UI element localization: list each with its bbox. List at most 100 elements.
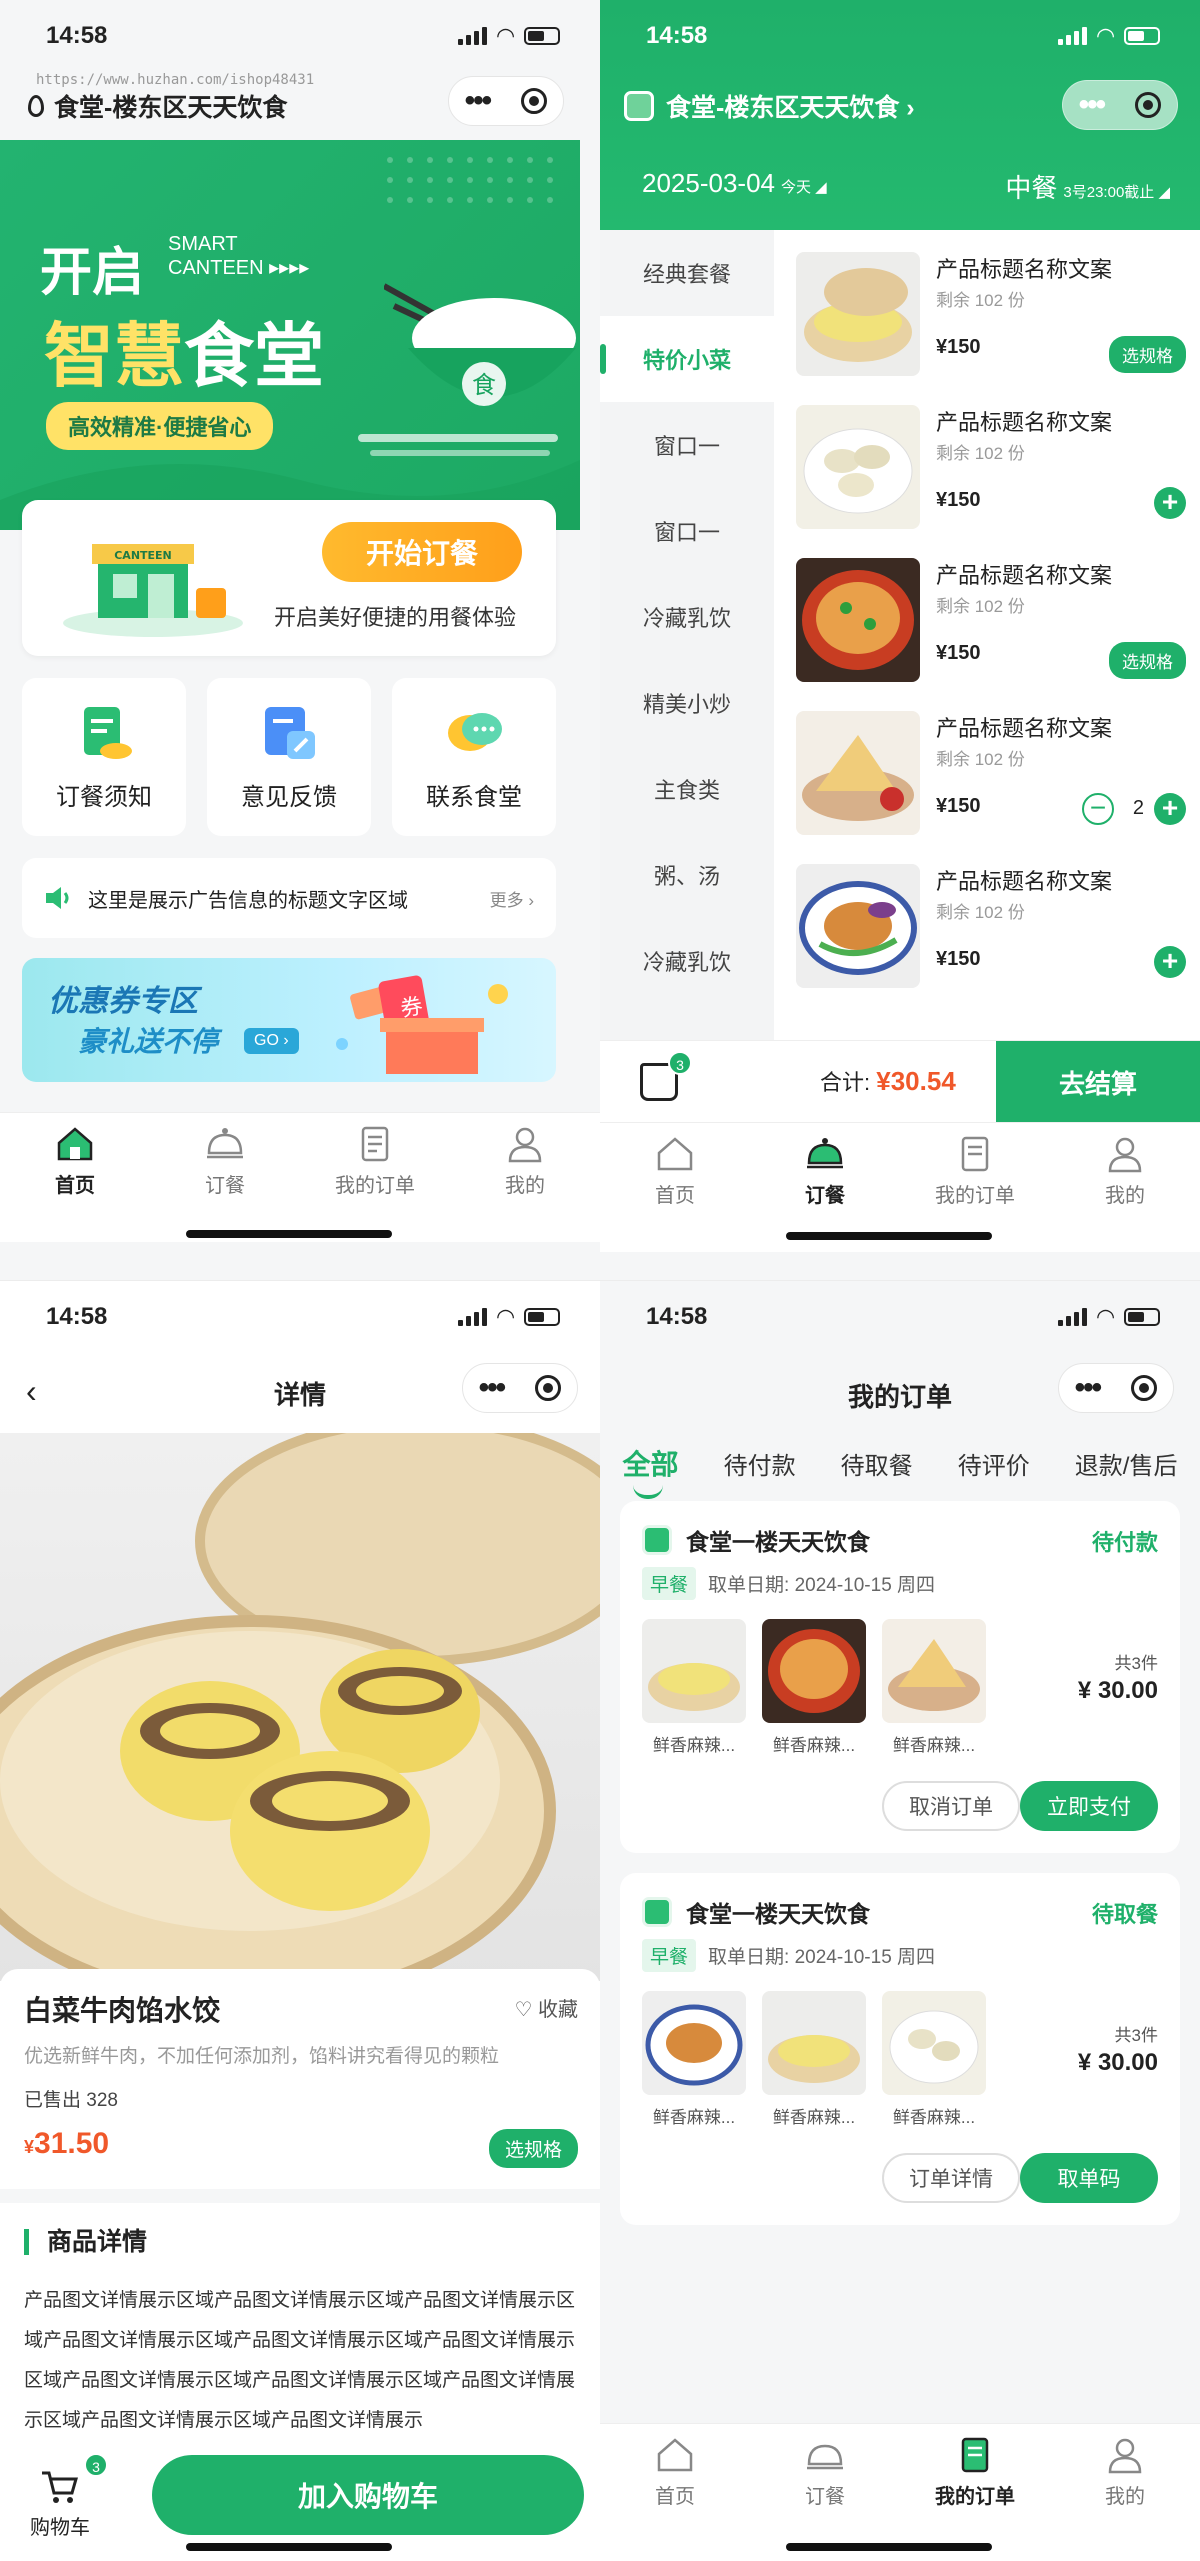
select-spec-button[interactable]: 选规格 bbox=[1109, 336, 1186, 373]
tab-label: 订餐 bbox=[805, 1185, 845, 1207]
canteen-name: 食堂-楼东区天天饮食 › bbox=[666, 94, 915, 122]
close-miniapp-icon[interactable] bbox=[1131, 1375, 1158, 1401]
select-spec-button[interactable]: 选规格 bbox=[488, 2129, 578, 2168]
category-item-active[interactable]: 特价小菜 bbox=[600, 316, 774, 402]
item-thumbnail bbox=[642, 1619, 746, 1723]
tab-order[interactable]: 订餐 bbox=[750, 2424, 900, 2561]
tab-pending-payment[interactable]: 待付款 bbox=[724, 1446, 796, 1481]
tab-my-orders[interactable]: 我的订单 bbox=[900, 2424, 1050, 2561]
tab-my-orders[interactable]: 我的订单 bbox=[300, 1113, 450, 1242]
product-image bbox=[796, 405, 920, 529]
decrease-qty-button[interactable]: − bbox=[1082, 793, 1114, 825]
shortcut-contact[interactable]: 联系食堂 bbox=[392, 678, 556, 836]
category-item[interactable]: 冷藏乳饮 bbox=[600, 574, 774, 660]
order-total: ¥ 30.00 bbox=[1077, 2049, 1158, 2076]
close-miniapp-icon[interactable] bbox=[521, 88, 548, 114]
tab-profile[interactable]: 我的 bbox=[1050, 2424, 1200, 2561]
tab-pending-review[interactable]: 待评价 bbox=[958, 1446, 1030, 1481]
canteen-selector[interactable]: 食堂-楼东区天天饮食 › bbox=[624, 88, 915, 124]
chat-icon bbox=[448, 712, 502, 751]
tab-profile[interactable]: 我的 bbox=[450, 1113, 600, 1242]
category-item[interactable]: 精美小炒 bbox=[600, 660, 774, 746]
battery-icon bbox=[1124, 1308, 1160, 1326]
pay-now-button[interactable]: 立即支付 bbox=[1020, 1781, 1158, 1831]
tab-label: 订餐 bbox=[805, 2486, 845, 2508]
product-item[interactable]: 产品标题名称文案 剩余 102 份 ¥150 + bbox=[796, 403, 1186, 543]
order-card[interactable]: 食堂一楼天天饮食 待付款 早餐 取单日期: 2024-10-15 周四 鲜香麻辣.… bbox=[620, 1501, 1180, 1853]
product-title: 产品标题名称文案 bbox=[936, 257, 1113, 282]
date-selector[interactable]: 2025-03-04 今天 ◢ bbox=[642, 168, 827, 199]
tab-all[interactable]: 全部 bbox=[623, 1443, 679, 1499]
order-card[interactable]: 食堂一楼天天饮食 待取餐 早餐 取单日期: 2024-10-15 周四 鲜香麻辣.… bbox=[620, 1873, 1180, 2225]
tab-profile[interactable]: 我的 bbox=[1050, 1123, 1200, 1252]
notice-more-link[interactable]: 更多 › bbox=[490, 886, 534, 911]
product-item[interactable]: 产品标题名称文案 剩余 102 份 ¥150 + bbox=[796, 862, 1186, 1002]
category-item[interactable]: 冷藏乳饮 bbox=[600, 918, 774, 1004]
product-stock: 剩余 102 份 bbox=[936, 444, 1025, 463]
tab-pending-pickup[interactable]: 待取餐 bbox=[841, 1446, 913, 1481]
more-icon[interactable]: ••• bbox=[1079, 90, 1106, 120]
miniapp-capsule[interactable]: ••• bbox=[448, 76, 564, 126]
product-item[interactable]: 产品标题名称文案 剩余 102 份 ¥150 选规格 bbox=[796, 556, 1186, 696]
meal-selector[interactable]: 中餐 3号23:00截止 ◢ bbox=[1005, 168, 1170, 205]
wifi-icon: ◠ bbox=[497, 23, 514, 48]
close-miniapp-icon[interactable] bbox=[1135, 92, 1162, 118]
tab-home[interactable]: 首页 bbox=[600, 2424, 750, 2561]
increase-qty-button[interactable]: + bbox=[1154, 793, 1186, 825]
cart-button[interactable]: 购物车 bbox=[30, 2469, 90, 2540]
miniapp-capsule[interactable]: ••• bbox=[1058, 1363, 1174, 1413]
tab-home[interactable]: 首页 bbox=[600, 1123, 750, 1252]
add-item-button[interactable]: + bbox=[1154, 946, 1186, 978]
category-item[interactable]: 窗口一 bbox=[600, 402, 774, 488]
status-bar: 14:58 ◠ bbox=[0, 0, 600, 72]
tab-home[interactable]: 首页 bbox=[0, 1113, 150, 1242]
coupon-go-button[interactable]: GO › bbox=[244, 1028, 299, 1054]
total-amount: ¥30.54 bbox=[876, 1066, 956, 1096]
detail-content: 产品图文详情展示区域产品图文详情展示区域产品图文详情展示区域产品图文详情展示区域… bbox=[24, 2290, 576, 2431]
category-item[interactable]: 窗口一 bbox=[600, 488, 774, 574]
category-item[interactable]: 经典套餐 bbox=[600, 230, 774, 316]
add-to-cart-button[interactable]: 加入购物车 bbox=[152, 2455, 584, 2535]
more-icon[interactable]: ••• bbox=[1075, 1373, 1102, 1403]
select-spec-button[interactable]: 选规格 bbox=[1109, 642, 1186, 679]
notice-bar[interactable]: 这里是展示广告信息的标题文字区域 更多 › bbox=[22, 858, 556, 938]
product-item[interactable]: 产品标题名称文案 剩余 102 份 ¥150 − 2 + bbox=[796, 709, 1186, 849]
coupon-title: 优惠券专区 bbox=[48, 985, 198, 1018]
tab-refund[interactable]: 退款/售后 bbox=[1075, 1446, 1178, 1481]
home-screen: 14:58 ◠ https://www.huzhan.com/ishop4843… bbox=[0, 0, 600, 1280]
shortcut-order-notice[interactable]: 订餐须知 bbox=[22, 678, 186, 836]
category-item[interactable]: 主食类 bbox=[600, 746, 774, 832]
section-divider bbox=[0, 2189, 600, 2203]
add-item-button[interactable]: + bbox=[1154, 487, 1186, 519]
hero-banner: 开启 SMART CANTEEN ▸▸▸▸ 智慧食堂 高效精准·便捷省心 食 bbox=[0, 140, 580, 530]
more-icon[interactable]: ••• bbox=[465, 86, 492, 116]
home-icon bbox=[657, 1137, 693, 1171]
hero-open-text: 开启 bbox=[40, 244, 145, 302]
pickup-code-button[interactable]: 取单码 bbox=[1020, 2153, 1158, 2203]
wifi-icon: ◠ bbox=[1097, 23, 1114, 48]
order-detail-button[interactable]: 订单详情 bbox=[882, 2153, 1020, 2203]
cancel-order-button[interactable]: 取消订单 bbox=[882, 1781, 1020, 1831]
start-order-button[interactable]: 开始订餐 bbox=[322, 522, 522, 582]
shortcut-feedback[interactable]: 意见反馈 bbox=[207, 678, 371, 836]
more-icon[interactable]: ••• bbox=[479, 1373, 506, 1403]
product-detail-screen: 14:58 ◠ ‹ 详情 ••• 白菜牛肉馅水饺 ♡ 收藏 优选新鲜牛肉，不加任… bbox=[0, 1281, 600, 2561]
miniapp-capsule[interactable]: ••• bbox=[1062, 80, 1178, 130]
product-stock: 剩余 102 份 bbox=[936, 903, 1025, 922]
order-status: 待付款 bbox=[1091, 1530, 1158, 1555]
checkout-button[interactable]: 去结算 bbox=[996, 1041, 1200, 1123]
tab-label: 我的 bbox=[505, 1175, 545, 1197]
category-item[interactable]: 粥、汤 bbox=[600, 832, 774, 918]
coupon-banner[interactable]: 优惠券专区 豪礼送不停 GO › 券 bbox=[22, 958, 556, 1082]
location-selector[interactable]: 食堂-楼东区天天饮食 bbox=[28, 88, 287, 124]
meal-value: 中餐 bbox=[1005, 173, 1058, 203]
product-image bbox=[796, 711, 920, 835]
cloche-icon bbox=[807, 2444, 843, 2470]
product-item[interactable]: 产品标题名称文案 剩余 102 份 ¥150 选规格 bbox=[796, 250, 1186, 390]
bottom-tab-bar: 首页 订餐 我的订单 我的 bbox=[600, 2423, 1200, 2561]
shortcut-label: 订餐须知 bbox=[56, 783, 152, 811]
favorite-button[interactable]: ♡ 收藏 bbox=[515, 1993, 579, 2022]
miniapp-capsule[interactable]: ••• bbox=[462, 1363, 578, 1413]
close-miniapp-icon[interactable] bbox=[535, 1375, 562, 1401]
tab-order[interactable]: 订餐 bbox=[150, 1113, 300, 1242]
